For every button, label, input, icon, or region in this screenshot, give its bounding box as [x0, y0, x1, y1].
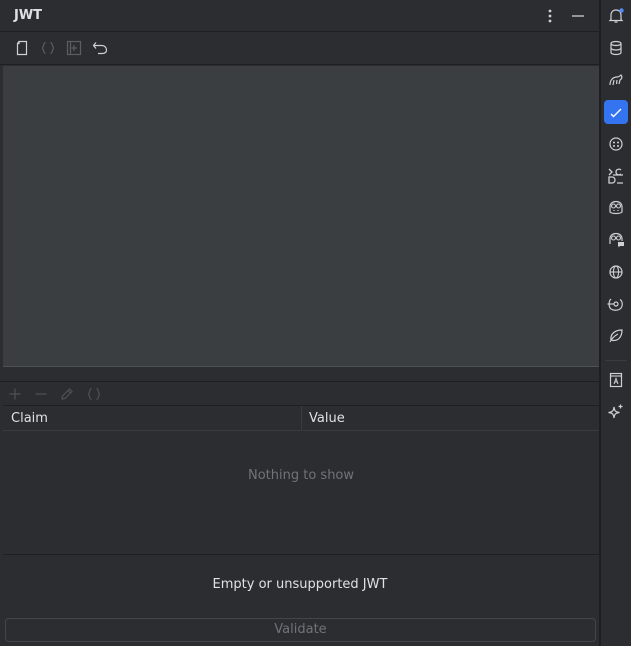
copilot-icon[interactable]	[604, 196, 628, 220]
header-actions	[542, 6, 586, 26]
translate-icon[interactable]	[604, 368, 628, 392]
edit-icon[interactable]	[58, 385, 76, 403]
status-message: Empty or unsupported JWT	[212, 577, 388, 592]
main-toolbar	[0, 33, 600, 65]
add-icon[interactable]	[6, 385, 24, 403]
empty-table-text: Nothing to show	[247, 468, 355, 483]
database-icon[interactable]	[604, 36, 628, 60]
web-icon[interactable]	[604, 260, 628, 284]
rail-separator	[605, 360, 627, 361]
more-vertical-icon[interactable]	[542, 6, 558, 26]
column-divider[interactable]	[301, 406, 302, 431]
braces-icon[interactable]	[39, 39, 57, 57]
remove-icon[interactable]	[32, 385, 50, 403]
validate-button[interactable]: Validate	[5, 618, 596, 642]
right-tool-rail	[600, 0, 631, 646]
column-header-value[interactable]: Value	[309, 411, 345, 426]
claims-toolbar	[0, 381, 600, 405]
ai-assistant-icon[interactable]	[604, 132, 628, 156]
docker-compose-icon[interactable]	[604, 164, 628, 188]
jwt-tool-window: JWT Claim Value Nothing to show Empty or…	[0, 0, 600, 646]
column-header-claim[interactable]: Claim	[11, 411, 48, 426]
sparkle-icon[interactable]	[604, 400, 628, 424]
window-title: JWT	[14, 8, 43, 23]
claims-table: Claim Value Nothing to show	[3, 405, 599, 555]
endpoints-icon[interactable]	[604, 292, 628, 316]
gradle-icon[interactable]	[604, 68, 628, 92]
jwt-token-editor[interactable]	[3, 66, 599, 367]
jwt-icon[interactable]	[604, 100, 628, 124]
notifications-icon[interactable]	[604, 4, 628, 28]
new-file-icon[interactable]	[13, 39, 31, 57]
minimize-icon[interactable]	[570, 6, 586, 26]
braces-icon[interactable]	[85, 385, 103, 403]
copilot-chat-icon[interactable]	[604, 228, 628, 252]
add-frame-icon[interactable]	[65, 39, 83, 57]
leaf-icon[interactable]	[604, 324, 628, 348]
tool-window-header: JWT	[0, 0, 600, 32]
undo-icon[interactable]	[91, 39, 109, 57]
table-header: Claim Value	[3, 406, 599, 431]
